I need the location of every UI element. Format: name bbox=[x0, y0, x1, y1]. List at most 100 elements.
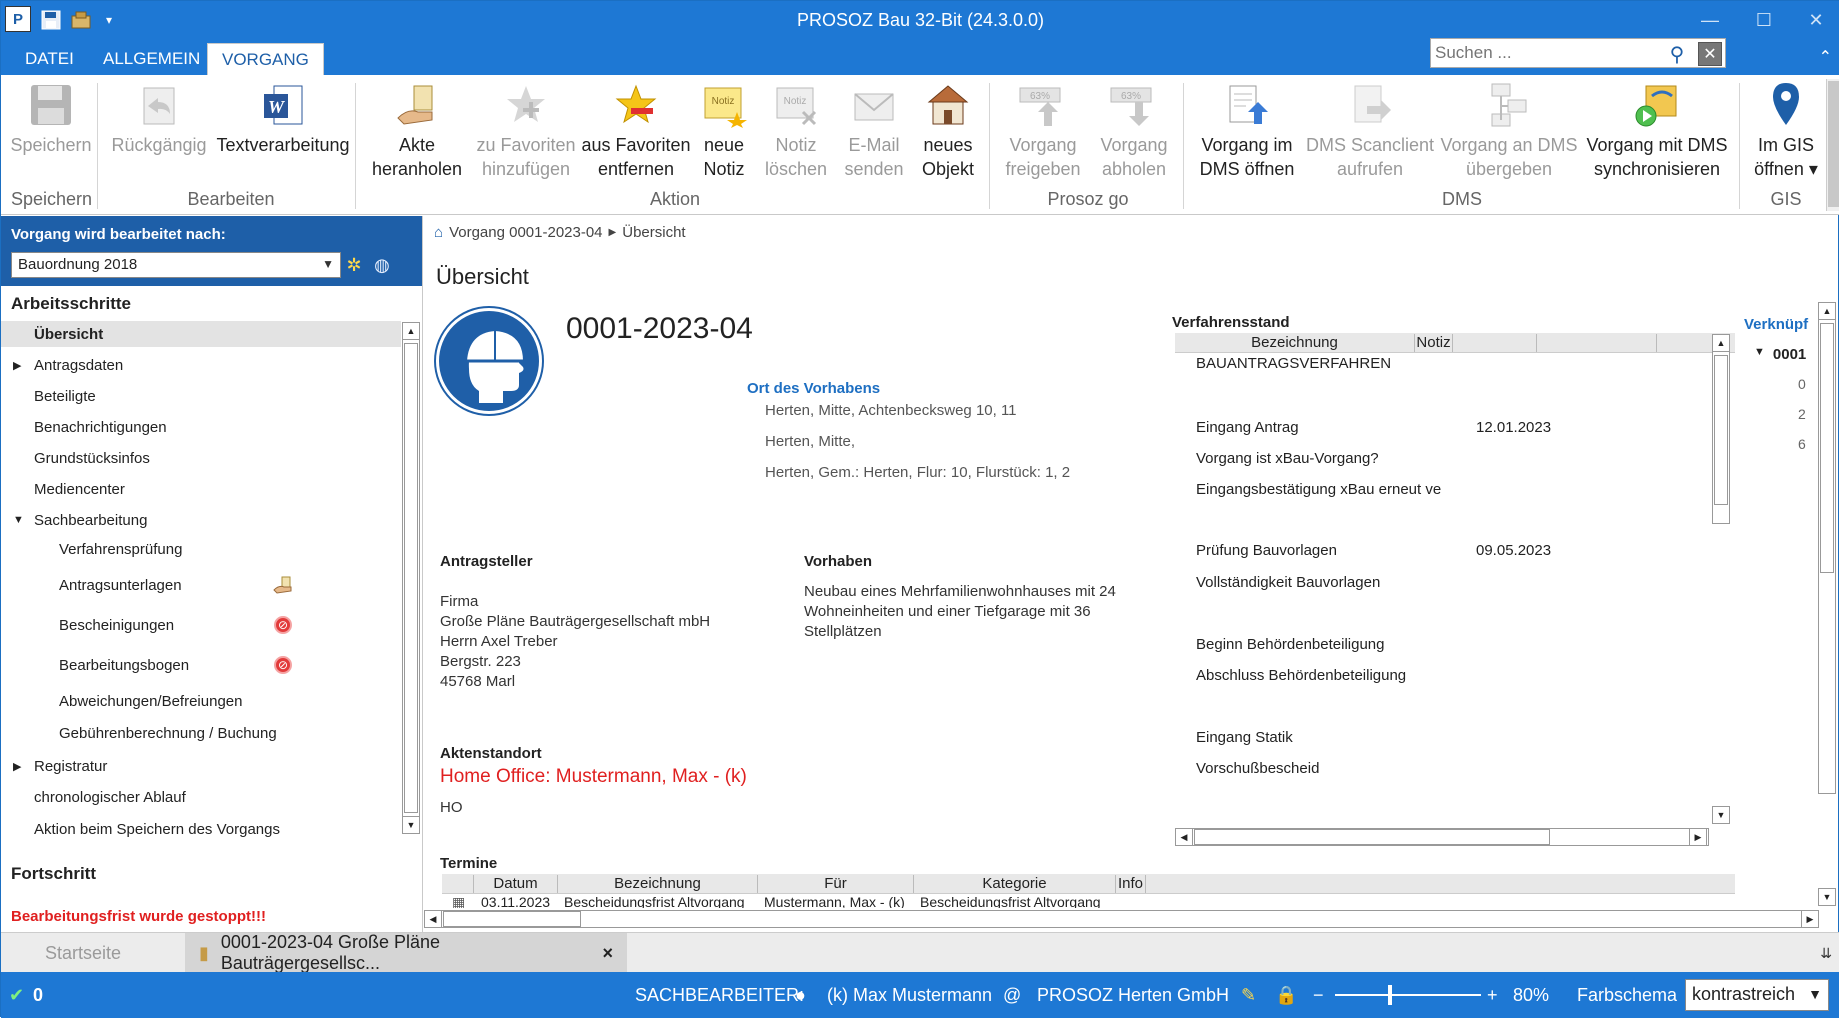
close-button[interactable]: ✕ bbox=[1796, 5, 1836, 35]
scroll-right-icon[interactable]: ▶ bbox=[1689, 828, 1707, 846]
verfahren-row-label[interactable]: Vorschußbescheid bbox=[1196, 760, 1319, 777]
step-abweichungen[interactable]: Abweichungen/Befreiungen bbox=[1, 688, 401, 714]
lock-icon[interactable]: 🔒 bbox=[1275, 985, 1297, 1006]
main-vscroll-thumb[interactable] bbox=[1820, 323, 1834, 573]
zu-favoriten-button[interactable]: zu Favoriten hinzufügen bbox=[471, 79, 581, 187]
scroll-down-icon[interactable]: ▼ bbox=[402, 816, 420, 834]
tab-list-icon[interactable]: ⇊ bbox=[1820, 945, 1832, 962]
hscroll-thumb[interactable] bbox=[1194, 829, 1550, 845]
zoom-out-button[interactable]: − bbox=[1313, 985, 1324, 1006]
verfahren-row-label[interactable]: Eingang Statik bbox=[1196, 729, 1293, 746]
im-gis-oeffnen-button[interactable]: Im GIS öffnen ▾ bbox=[1747, 79, 1825, 187]
clear-search-icon[interactable]: ✕ bbox=[1698, 42, 1722, 66]
step-registratur[interactable]: ▶ Registratur bbox=[1, 753, 401, 779]
verknuepf-child[interactable]: 6 bbox=[1798, 436, 1806, 452]
main-hscroll[interactable]: ◀ ▶ bbox=[424, 910, 1819, 928]
breadcrumb-vorgang[interactable]: Vorgang 0001-2023-04 bbox=[449, 224, 602, 241]
step-beteiligte[interactable]: Beteiligte bbox=[1, 383, 401, 409]
step-chronologischer-ablauf[interactable]: chronologischer Ablauf bbox=[1, 784, 401, 810]
dms-uebergeben-button[interactable]: Vorgang an DMS übergeben bbox=[1439, 79, 1579, 187]
ribbon-vscroll[interactable] bbox=[1826, 79, 1839, 211]
step-sachbearbeitung[interactable]: ▼ Sachbearbeitung bbox=[1, 507, 401, 533]
col-notiz[interactable]: Notiz bbox=[1415, 334, 1453, 352]
scroll-left-icon[interactable]: ◀ bbox=[1175, 828, 1193, 846]
scroll-up-icon[interactable]: ▲ bbox=[402, 322, 420, 340]
col-kategorie[interactable]: Kategorie bbox=[914, 875, 1116, 893]
zoom-in-button[interactable]: + bbox=[1487, 985, 1498, 1006]
verfahren-row-label[interactable]: Prüfung Bauvorlagen bbox=[1196, 542, 1337, 559]
verknuepf-child[interactable]: 0 bbox=[1798, 376, 1806, 392]
save-button[interactable]: Speichern bbox=[10, 79, 92, 187]
aus-favoriten-button[interactable]: aus Favoriten entfernen bbox=[581, 79, 691, 187]
tree-collapse-icon[interactable]: ▼ bbox=[13, 514, 24, 526]
farbschema-select[interactable]: kontrastreich ▼ bbox=[1685, 979, 1829, 1011]
step-verfahrenspruefung[interactable]: Verfahrensprüfung bbox=[1, 536, 401, 562]
tree-expand-icon[interactable]: ▶ bbox=[13, 760, 21, 773]
globe-settings-icon[interactable]: ◍ bbox=[371, 254, 393, 276]
textverarbeitung-button[interactable]: W Textverarbeitung bbox=[215, 79, 351, 187]
vorgang-freigeben-button[interactable]: 63% Vorgang freigeben bbox=[997, 79, 1089, 187]
termine-row[interactable]: ▦ 03.11.2023 Bescheidungsfrist Altvorgan… bbox=[442, 894, 1735, 908]
edit-icon[interactable]: ✎ bbox=[1241, 985, 1256, 1006]
verfahren-row-label[interactable]: Abschluss Behördenbeteiligung bbox=[1196, 667, 1406, 684]
verfahrensstand-vscroll[interactable]: ▲ bbox=[1712, 334, 1730, 524]
search-icon[interactable]: ⚲ bbox=[1665, 42, 1689, 66]
neues-objekt-button[interactable]: neues Objekt bbox=[913, 79, 983, 187]
organisation[interactable]: PROSOZ Herten GmbH bbox=[1037, 985, 1229, 1006]
neue-notiz-button[interactable]: Notiz neue Notiz bbox=[693, 79, 755, 187]
step-uebersicht[interactable]: Übersicht bbox=[1, 321, 401, 347]
step-bescheinigungen[interactable]: Bescheinigungen ⊘ bbox=[1, 612, 401, 638]
col-bezeichnung[interactable]: Bezeichnung bbox=[1175, 334, 1415, 352]
undo-button[interactable]: Rückgängig bbox=[109, 79, 209, 187]
verfahren-row-label[interactable]: Eingangsbestätigung xBau erneut ve bbox=[1196, 481, 1441, 498]
tree-expand-icon[interactable]: ▶ bbox=[13, 359, 21, 372]
maximize-button[interactable]: ☐ bbox=[1744, 5, 1784, 35]
verfahren-row-label[interactable]: Vollständigkeit Bauvorlagen bbox=[1196, 574, 1380, 591]
scroll-down-icon[interactable]: ▼ bbox=[1712, 806, 1730, 824]
main-vscroll[interactable]: ▲ bbox=[1818, 302, 1836, 794]
dms-synchronisieren-button[interactable]: Vorgang mit DMS synchronisieren bbox=[1581, 79, 1733, 187]
steps-vscroll-thumb[interactable] bbox=[404, 343, 418, 813]
close-tab-icon[interactable]: × bbox=[602, 943, 613, 964]
notiz-loeschen-button[interactable]: Notiz Notiz löschen bbox=[761, 79, 831, 187]
scroll-up-icon[interactable]: ▲ bbox=[1712, 334, 1730, 352]
rule-select[interactable]: Bauordnung 2018 ▼ bbox=[11, 252, 341, 278]
verfahren-row-label[interactable]: Beginn Behördenbeteiligung bbox=[1196, 636, 1385, 653]
dms-oeffnen-button[interactable]: Vorgang im DMS öffnen bbox=[1189, 79, 1305, 187]
main-hscroll-thumb[interactable] bbox=[443, 911, 581, 927]
step-aktion-speichern[interactable]: Aktion beim Speichern des Vorgangs bbox=[1, 816, 401, 842]
verknuepf-root[interactable]: ▼ 0001 bbox=[1754, 346, 1806, 363]
step-antragsunterlagen[interactable]: Antragsunterlagen bbox=[1, 572, 401, 598]
home-icon[interactable]: ⌂ bbox=[434, 224, 443, 241]
doc-tab-vorgang[interactable]: ▮ 0001-2023-04 Große Pläne Bauträgergese… bbox=[185, 932, 627, 973]
ribbon-collapse-icon[interactable]: ⌃ bbox=[1819, 47, 1832, 67]
step-gebuehrenberechnung[interactable]: Gebührenberechnung / Buchung bbox=[1, 720, 401, 746]
vorgang-abholen-button[interactable]: 63% Vorgang abholen bbox=[1089, 79, 1179, 187]
verfahren-row-label[interactable]: Eingang Antrag bbox=[1196, 419, 1299, 436]
scroll-up-icon[interactable]: ▲ bbox=[1818, 302, 1836, 320]
verfahrensstand-vscroll-thumb[interactable] bbox=[1714, 355, 1728, 505]
search-input[interactable] bbox=[1435, 41, 1665, 65]
verknuepf-child[interactable]: 2 bbox=[1798, 406, 1806, 422]
breadcrumb-uebersicht[interactable]: Übersicht bbox=[622, 224, 685, 241]
tree-collapse-icon[interactable]: ▼ bbox=[1754, 346, 1765, 363]
step-grundstuecksinfos[interactable]: Grundstücksinfos bbox=[1, 445, 401, 471]
akte-heranholen-button[interactable]: Akte heranholen bbox=[367, 79, 467, 187]
steps-vscroll[interactable]: ▲ ▼ bbox=[402, 322, 420, 834]
zoom-slider-thumb[interactable] bbox=[1388, 985, 1393, 1005]
sachbearbeiter-name[interactable]: (k) Max Mustermann bbox=[827, 985, 992, 1006]
doc-tab-startseite[interactable]: Startseite bbox=[31, 933, 135, 973]
verfahren-row-label[interactable]: BAUANTRAGSVERFAHREN bbox=[1196, 355, 1391, 372]
col-datum[interactable]: Datum bbox=[474, 875, 558, 893]
verfahrensstand-hscroll[interactable]: ◀ bbox=[1175, 828, 1709, 846]
magic-wand-icon[interactable]: ✲ bbox=[343, 254, 365, 276]
step-benachrichtigungen[interactable]: Benachrichtigungen bbox=[1, 414, 401, 440]
tab-vorgang[interactable]: VORGANG bbox=[207, 43, 324, 75]
scroll-right-icon[interactable]: ▶ bbox=[1801, 910, 1819, 928]
zoom-slider[interactable] bbox=[1335, 994, 1481, 996]
tab-datei[interactable]: DATEI bbox=[11, 43, 88, 75]
ribbon-vscroll-thumb[interactable] bbox=[1828, 81, 1839, 207]
step-bearbeitungsbogen[interactable]: Bearbeitungsbogen ⊘ bbox=[1, 652, 401, 678]
col-info[interactable]: Info bbox=[1116, 875, 1146, 893]
scroll-down-icon[interactable]: ▼ bbox=[1818, 888, 1836, 906]
